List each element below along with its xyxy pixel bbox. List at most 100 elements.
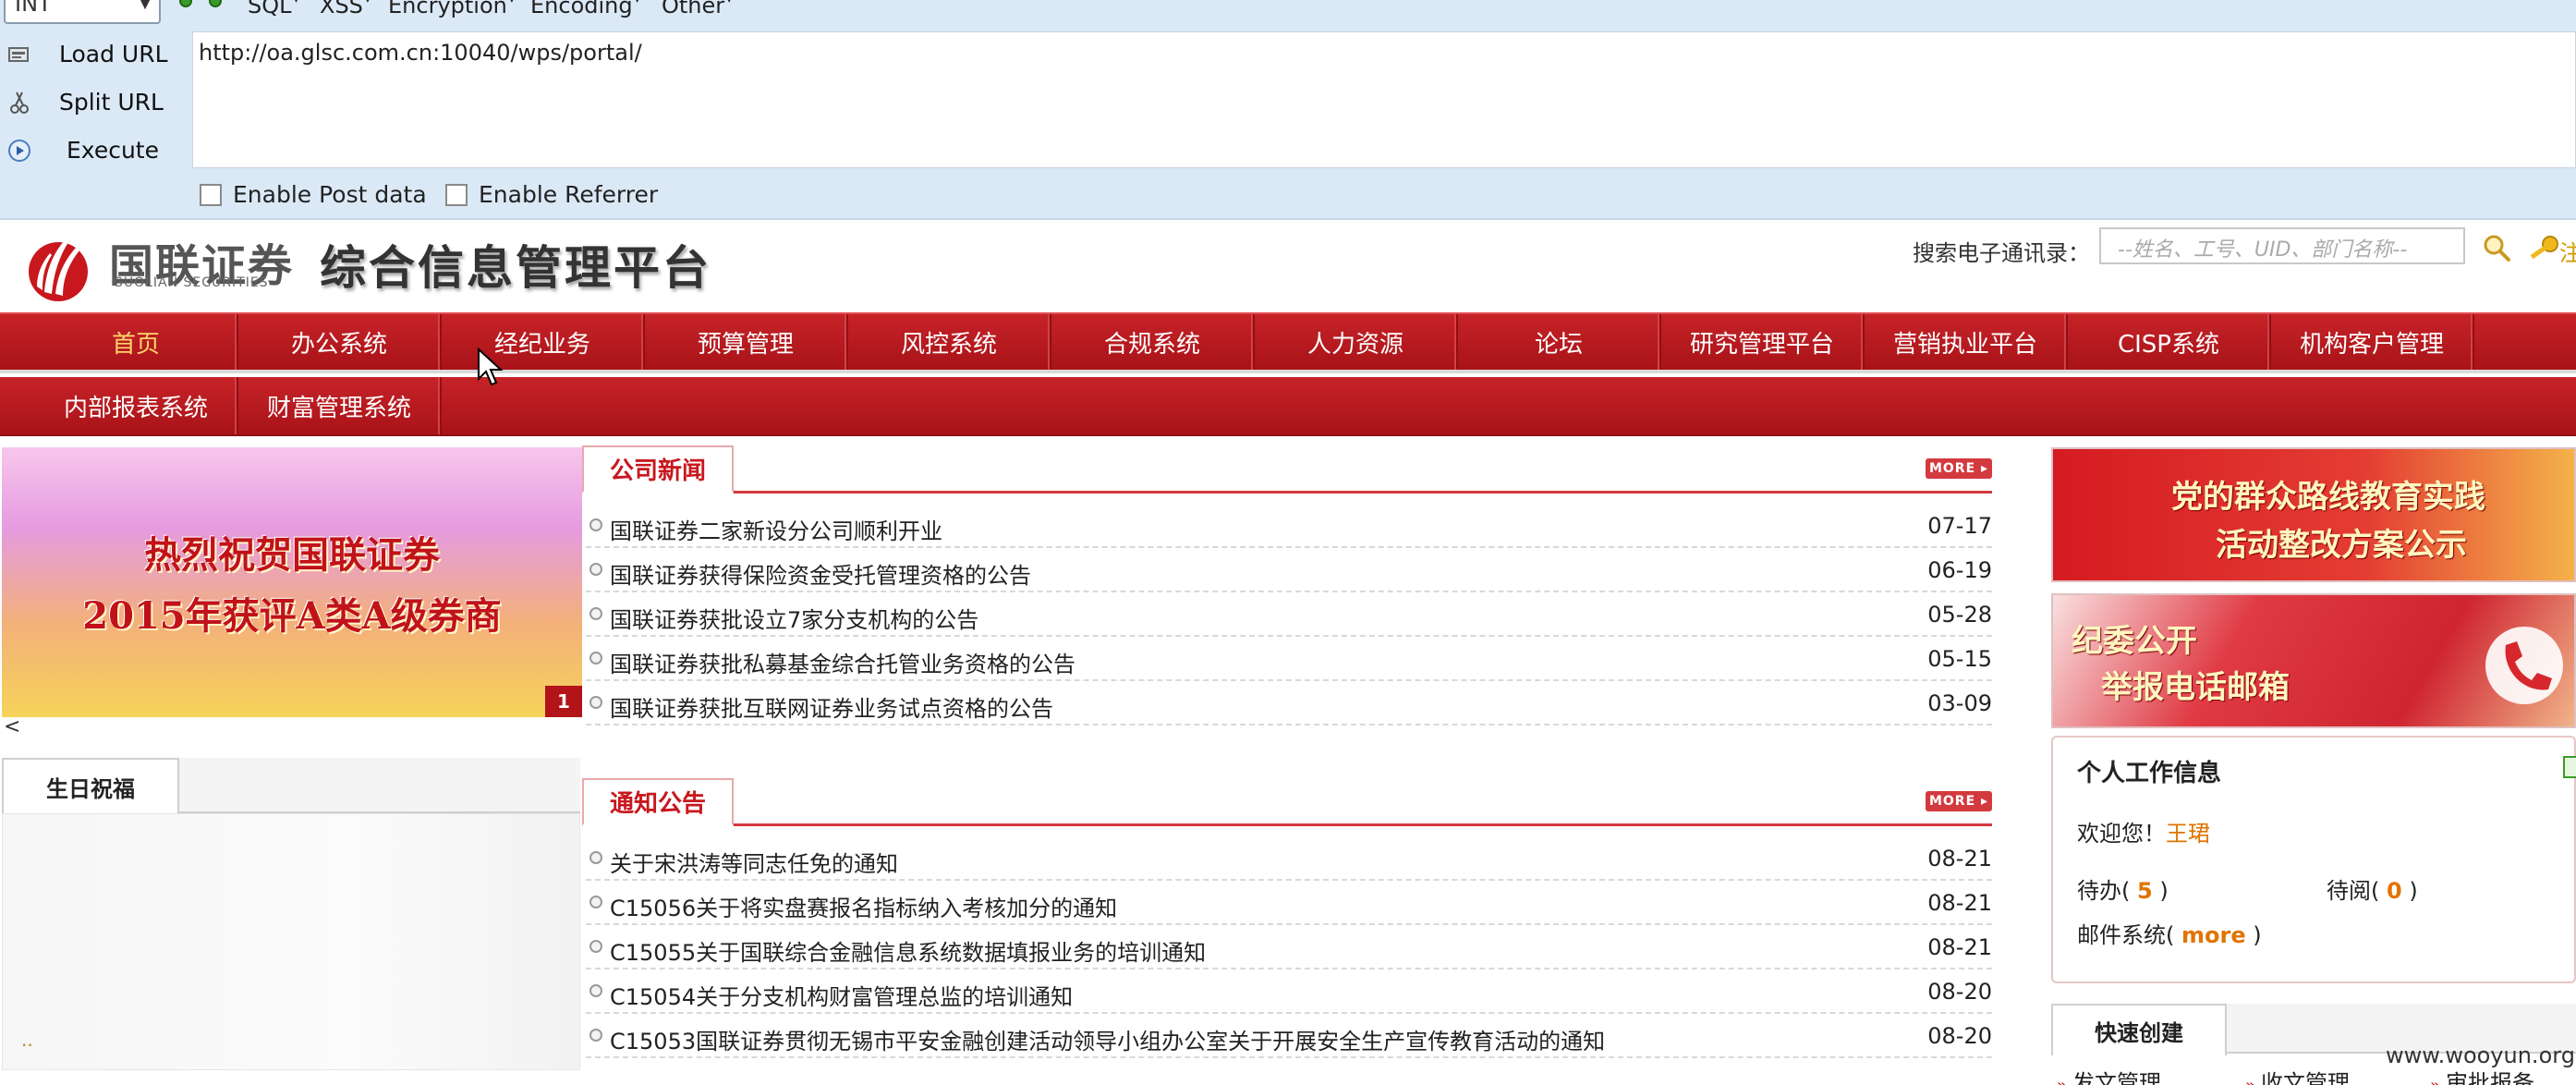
company-news-header: 公司新闻 MORE ▸ xyxy=(582,445,1992,494)
nav-item-home[interactable]: 首页 xyxy=(35,314,238,370)
promo-1-line-1: 党的群众路线教育实践 xyxy=(2171,479,2485,516)
logo-english-name: GUOLIAN SECURITIES xyxy=(113,275,269,290)
quick-link-dispatch[interactable]: »发文管理 xyxy=(2057,1065,2161,1085)
menu-sql[interactable]: SQL▾ xyxy=(248,0,299,18)
birthday-scroll-dots: .. xyxy=(21,1029,33,1051)
news-list-item[interactable]: 国联证券获批互联网证券业务试点资格的公告 03-09 xyxy=(586,681,1992,725)
menu-encryption[interactable]: Encryption▾ xyxy=(388,0,515,18)
play-icon xyxy=(8,140,30,162)
nav-item-forum[interactable]: 论坛 xyxy=(1458,314,1661,370)
main-nav-row-2: 内部报表系统 财富管理系统 xyxy=(0,377,2576,436)
banner-line-1: 热烈祝贺国联证券 xyxy=(144,533,440,577)
bullet-icon xyxy=(589,1029,602,1042)
url-textarea[interactable]: http://oa.glsc.com.cn:10040/wps/portal/ xyxy=(192,31,2576,168)
nav-item-compliance[interactable]: 合规系统 xyxy=(1051,314,1255,370)
plus-icon[interactable] xyxy=(209,0,222,7)
news-list-item[interactable]: 国联证券获批设立7家分支机构的公告 05-28 xyxy=(586,592,1992,637)
tab-birthday[interactable]: 生日祝福 xyxy=(2,758,179,813)
banner-prev-button[interactable]: < xyxy=(4,715,20,738)
tab-company-news[interactable]: 公司新闻 xyxy=(582,445,735,494)
search-icon[interactable] xyxy=(2482,233,2511,262)
double-arrow-icon: » xyxy=(2057,1076,2067,1085)
telephone-icon xyxy=(2485,627,2563,704)
mail-system-link[interactable]: 邮件系统( more ) xyxy=(2077,917,2262,949)
news-list-item[interactable]: 国联证券获得保险资金受托管理资格的公告 06-19 xyxy=(586,548,1992,592)
bullet-icon xyxy=(589,607,602,620)
menu-other[interactable]: Other▾ xyxy=(662,0,732,18)
toread-count[interactable]: 待阅( 0 ) xyxy=(2327,872,2418,905)
party-education-banner[interactable]: 党的群众路线教育实践 活动整改方案公示 xyxy=(2051,447,2576,582)
menu-xss[interactable]: XSS▾ xyxy=(320,0,371,18)
welcome-text: 欢迎您！王珺 xyxy=(2077,821,2210,847)
double-arrow-icon: » xyxy=(2430,1076,2440,1085)
user-name: 王珺 xyxy=(2166,821,2210,847)
notice-list-item[interactable]: C15054关于分支机构财富管理总监的培训通知 08-20 xyxy=(586,969,1992,1014)
scissors-icon xyxy=(10,91,29,114)
guolian-logo-icon xyxy=(29,240,88,301)
notices-more-button[interactable]: MORE ▸ xyxy=(1926,791,1992,811)
nav-item-office[interactable]: 办公系统 xyxy=(238,314,442,370)
company-news-more-button[interactable]: MORE ▸ xyxy=(1926,458,1992,479)
mouse-cursor-icon xyxy=(478,347,504,386)
todo-count[interactable]: 待办( 5 ) xyxy=(2077,872,2169,905)
execute-button[interactable]: Execute xyxy=(0,128,189,174)
discipline-report-banner[interactable]: 纪委公开 举报电话邮箱 xyxy=(2051,593,2576,728)
key-icon[interactable] xyxy=(2528,235,2559,262)
type-select[interactable]: INT ▼ xyxy=(4,0,161,24)
logout-link[interactable]: 注 xyxy=(2559,235,2576,267)
platform-title: 综合信息管理平台 xyxy=(320,241,711,295)
quick-link-receipt[interactable]: »收文管理 xyxy=(2245,1065,2350,1085)
promo-2-line-2: 举报电话邮箱 xyxy=(2101,669,2290,706)
promo-1-line-2: 活动整改方案公示 xyxy=(2216,527,2467,564)
birthday-panel: .. xyxy=(2,813,580,1070)
news-list-item[interactable]: 国联证券二家新设分公司顺利开业 07-17 xyxy=(586,504,1992,548)
double-arrow-icon: » xyxy=(2245,1076,2255,1085)
notices-header: 通知公告 MORE ▸ xyxy=(582,778,1992,826)
bullet-icon xyxy=(589,896,602,908)
chevron-down-icon: ▼ xyxy=(139,0,152,12)
minus-icon[interactable] xyxy=(179,0,192,7)
bullet-icon xyxy=(589,696,602,709)
main-nav-row-1: 首页 办公系统 经纪业务 预算管理 风控系统 合规系统 人力资源 论坛 研究管理… xyxy=(0,312,2576,373)
notice-list-item[interactable]: C15053国联证券贯彻无锡市平安金融创建活动领导小组办公室关于开展安全生产宣传… xyxy=(586,1014,1992,1058)
hackbar-toolbar: INT ▼ SQL▾ XSS▾ Encryption▾ Encoding▾ Ot… xyxy=(0,0,2576,220)
promo-banner-carousel[interactable]: 热烈祝贺国联证券 2015年获评A类A级券商 1 xyxy=(2,447,582,717)
birthday-tabs: 生日祝福 xyxy=(2,758,580,813)
tab-notices[interactable]: 通知公告 xyxy=(582,778,735,826)
notice-list-item[interactable]: C15055关于国联综合金融信息系统数据填报业务的培训通知 08-21 xyxy=(586,925,1992,969)
split-url-button[interactable]: Split URL xyxy=(0,79,189,126)
nav-item-institutional-clients[interactable]: 机构客户管理 xyxy=(2271,314,2474,370)
type-select-value: INT xyxy=(15,0,52,17)
bullet-icon xyxy=(589,518,602,531)
nav-item-marketing[interactable]: 营销执业平台 xyxy=(1865,314,2068,370)
directory-search-input[interactable]: --姓名、工号、UID、部门名称-- xyxy=(2099,227,2465,264)
enable-referrer-checkbox[interactable]: Enable Referrer xyxy=(445,181,658,208)
personal-work-panel: 个人工作信息 欢迎您！王珺 待办( 5 ) 待阅( 0 ) 邮件系统( more… xyxy=(2051,736,2576,983)
work-panel-title: 个人工作信息 xyxy=(2077,760,2222,787)
bullet-icon xyxy=(589,652,602,664)
nav-item-risk[interactable]: 风控系统 xyxy=(848,314,1051,370)
hackbar-menu: INT ▼ SQL▾ XSS▾ Encryption▾ Encoding▾ Ot… xyxy=(0,0,2576,28)
nav-item-cisp[interactable]: CISP系统 xyxy=(2068,314,2271,370)
nav-item-hr[interactable]: 人力资源 xyxy=(1255,314,1458,370)
nav-item-research[interactable]: 研究管理平台 xyxy=(1661,314,1865,370)
menu-encoding[interactable]: Encoding▾ xyxy=(530,0,640,18)
edit-icon[interactable] xyxy=(2563,756,2576,778)
nav-item-wealth-management[interactable]: 财富管理系统 xyxy=(238,377,442,434)
checkbox-box[interactable] xyxy=(200,184,222,206)
nav-item-internal-reports[interactable]: 内部报表系统 xyxy=(35,377,238,434)
notice-list-item[interactable]: C15056关于将实盘赛报名指标纳入考核加分的通知 08-21 xyxy=(586,881,1992,925)
checkbox-box[interactable] xyxy=(445,184,468,206)
bullet-icon xyxy=(589,940,602,953)
directory-search-label: 搜索电子通讯录： xyxy=(1913,240,2090,266)
notice-list-item[interactable]: 关于宋洪涛等同志任免的通知 08-21 xyxy=(586,836,1992,881)
banner-line-2: 2015年获评A类A级券商 xyxy=(82,594,502,638)
tab-quick-create[interactable]: 快速创建 xyxy=(2051,1004,2227,1055)
nav-item-budget[interactable]: 预算管理 xyxy=(645,314,848,370)
news-list-item[interactable]: 国联证券获批私募基金综合托管业务资格的公告 05-15 xyxy=(586,637,1992,681)
nav-item-brokerage[interactable]: 经纪业务 xyxy=(442,314,645,370)
load-url-button[interactable]: Load URL xyxy=(0,31,189,78)
banner-page-indicator[interactable]: 1 xyxy=(545,686,582,717)
watermark: www.wooyun.org xyxy=(2386,1042,2575,1068)
enable-post-checkbox[interactable]: Enable Post data xyxy=(200,181,427,208)
